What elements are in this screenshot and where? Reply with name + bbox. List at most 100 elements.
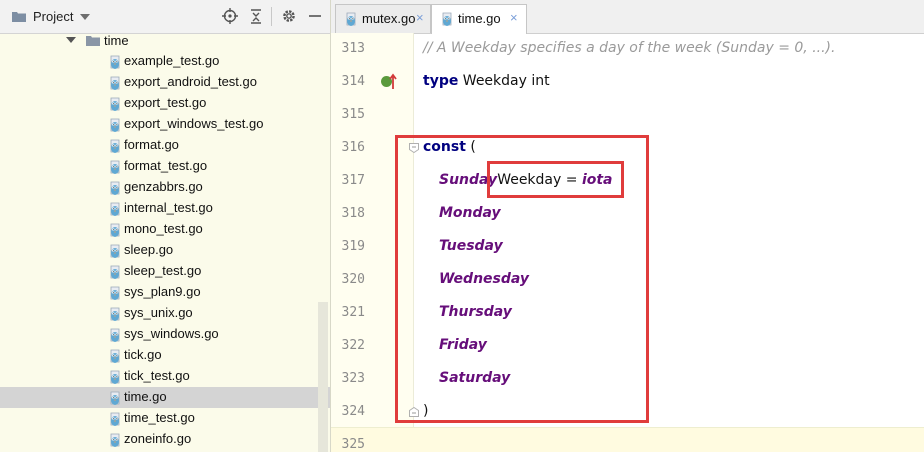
tree-file-label: sys_unix.go (124, 305, 193, 320)
editor-tab-bar: mutex.go × time.go × (331, 0, 924, 34)
locate-file-icon[interactable] (222, 8, 238, 24)
code-text: Weekday int (458, 73, 550, 89)
line-number: 316 (341, 140, 365, 155)
project-folder-icon (12, 12, 26, 22)
line-number: 319 (341, 239, 365, 254)
tree-file-item[interactable]: time.go (0, 387, 330, 408)
tree-file-item[interactable]: sys_plan9.go (0, 282, 330, 303)
tree-file-item[interactable]: example_test.go (0, 51, 330, 72)
go-file-icon (108, 327, 122, 343)
tree-file-label: internal_test.go (124, 200, 213, 215)
line-number: 315 (341, 107, 365, 122)
tree-folder-time[interactable]: time (0, 30, 330, 51)
header-divider (271, 7, 272, 26)
go-file-icon (108, 117, 122, 133)
tree-file-label: tick.go (124, 347, 162, 362)
tree-file-item[interactable]: sleep_test.go (0, 261, 330, 282)
go-file-icon (108, 369, 122, 385)
tree-file-label: sleep_test.go (124, 263, 202, 278)
hide-panel-icon[interactable] (307, 8, 323, 24)
tree-file-label: sys_plan9.go (124, 284, 201, 299)
line-number: 314 (341, 74, 365, 89)
collapse-all-icon[interactable] (248, 8, 264, 24)
go-file-icon (108, 159, 122, 175)
tree-file-label: format.go (124, 137, 179, 152)
line-number: 321 (341, 305, 365, 320)
tree-file-label: zoneinfo.go (124, 431, 192, 446)
go-file-icon (108, 222, 122, 238)
line-number: 323 (341, 371, 365, 386)
go-file-icon (108, 306, 122, 322)
go-file-icon (108, 411, 122, 427)
go-file-icon (108, 54, 122, 70)
tree-file-item[interactable]: format_test.go (0, 156, 330, 177)
tree-file-item[interactable]: export_android_test.go (0, 72, 330, 93)
go-file-icon (108, 285, 122, 301)
gear-icon[interactable] (281, 8, 297, 24)
go-file-icon (108, 243, 122, 259)
line-number: 313 (341, 41, 365, 56)
type-annotation-highlight-box (487, 161, 624, 198)
tree-file-label: export_test.go (124, 95, 207, 110)
tree-file-item[interactable]: genzabbrs.go (0, 177, 330, 198)
project-panel-header: Project (0, 0, 330, 34)
tree-file-item[interactable]: tick_test.go (0, 366, 330, 387)
code-editor[interactable]: mutex.go × time.go × 313 // A Weekday spe… (331, 0, 924, 452)
tab-time-go[interactable]: time.go × (431, 4, 527, 34)
tree-file-item[interactable]: sys_windows.go (0, 324, 330, 345)
go-file-icon (440, 11, 454, 27)
folder-label: time (104, 33, 129, 48)
close-icon[interactable]: × (416, 10, 424, 25)
go-file-icon (108, 96, 122, 112)
tree-file-item[interactable]: zoneinfo.go (0, 429, 330, 450)
line-number: 320 (341, 272, 365, 287)
go-file-icon (344, 11, 358, 27)
tree-scrollbar[interactable] (318, 302, 328, 452)
tree-file-label: tick_test.go (124, 368, 190, 383)
line-number: 324 (341, 404, 365, 419)
go-file-icon (108, 390, 122, 406)
tree-file-item[interactable]: tick.go (0, 345, 330, 366)
go-file-icon (108, 432, 122, 448)
tree-file-item[interactable]: internal_test.go (0, 198, 330, 219)
code-line: type Weekday int (423, 73, 550, 89)
code-comment: // A Weekday specifies a day of the week… (423, 40, 836, 56)
go-file-icon (108, 138, 122, 154)
tree-file-label: sleep.go (124, 242, 174, 257)
go-file-icon (108, 180, 122, 196)
project-panel: Project time example_test.go export_andro… (0, 0, 331, 452)
tree-file-item[interactable]: time_test.go (0, 408, 330, 429)
chevron-down-icon[interactable] (80, 14, 90, 20)
go-file-icon (108, 264, 122, 280)
code-line: // A Weekday specifies a day of the week… (423, 40, 835, 56)
chevron-down-icon[interactable] (66, 37, 76, 43)
tree-file-item[interactable]: sys_unix.go (0, 303, 330, 324)
tree-file-label: example_test.go (124, 53, 220, 68)
go-file-icon (108, 75, 122, 91)
line-number: 322 (341, 338, 365, 353)
caret-row-highlight (331, 428, 924, 452)
tree-file-label: mono_test.go (124, 221, 203, 236)
tab-label: time.go (458, 11, 501, 26)
tree-file-item[interactable]: export_windows_test.go (0, 114, 330, 135)
go-file-icon (108, 201, 122, 217)
tree-file-label: export_android_test.go (124, 74, 257, 89)
project-view-selector[interactable]: Project (33, 9, 73, 24)
arrow-up-icon[interactable] (389, 73, 397, 89)
tree-file-item[interactable]: format.go (0, 135, 330, 156)
tab-mutex-go[interactable]: mutex.go × (335, 4, 431, 33)
line-number: 317 (341, 173, 365, 188)
tab-label: mutex.go (362, 11, 416, 26)
line-number: 325 (341, 437, 365, 452)
folder-icon (86, 36, 100, 46)
close-icon[interactable]: × (510, 10, 518, 25)
tree-file-item[interactable]: sleep.go (0, 240, 330, 261)
tree-file-label: export_windows_test.go (124, 116, 264, 131)
keyword: type (423, 73, 459, 89)
tree-file-item[interactable]: export_test.go (0, 93, 330, 114)
go-file-icon (108, 348, 122, 364)
tree-file-item[interactable]: mono_test.go (0, 219, 330, 240)
tree-file-label: sys_windows.go (124, 326, 219, 341)
tree-file-label: time.go (124, 389, 167, 404)
tree-file-label: genzabbrs.go (124, 179, 203, 194)
